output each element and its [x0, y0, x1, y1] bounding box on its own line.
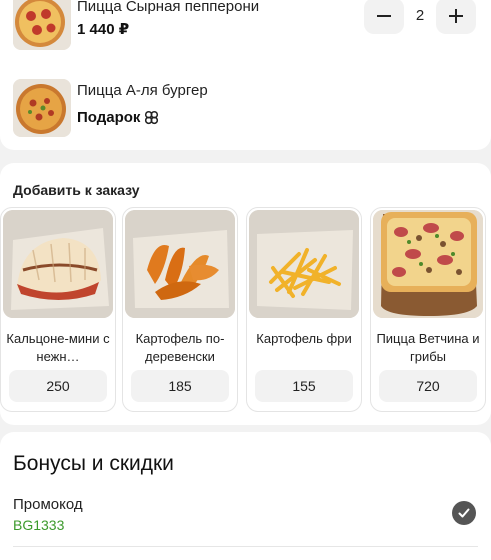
- cart-item-name: Пицца Сырная пепперони: [77, 0, 260, 15]
- upsell-product-pizza-ham-mushroom[interactable]: Пицца Ветчина и грибы 720: [370, 207, 486, 412]
- plus-icon: [449, 9, 463, 23]
- divider: [13, 546, 478, 547]
- pizza-pepperoni-image: [13, 0, 71, 50]
- upsell-product-wedges[interactable]: Картофель по-деревенски 185: [122, 207, 238, 412]
- product-name: Пицца Ветчина и грибы: [376, 331, 480, 364]
- gift-label: Подарок: [77, 109, 159, 126]
- calzone-image: [3, 210, 113, 318]
- upsell-product-calzone[interactable]: Кальцоне-мини с нежн… 250: [0, 207, 116, 412]
- cart-item-name: Пицца А-ля бургер: [77, 82, 208, 99]
- pizza-ham-mushroom-image: [373, 210, 483, 318]
- product-price-button[interactable]: 155: [255, 370, 353, 402]
- cart-item-price: Подарок: [77, 109, 141, 126]
- product-name: Кальцоне-мини с нежн…: [6, 331, 110, 364]
- product-name: Картофель по-деревенски: [135, 331, 225, 364]
- upsell-product-fries[interactable]: Картофель фри 155: [246, 207, 362, 412]
- product-price-button[interactable]: 185: [131, 370, 229, 402]
- promo-label: Промокод: [13, 496, 83, 513]
- increase-quantity-button[interactable]: [436, 0, 476, 34]
- upsell-title: Добавить к заказу: [13, 182, 140, 198]
- pizza-burger-image: [13, 79, 71, 137]
- promo-code[interactable]: BG1333: [13, 517, 64, 533]
- wedges-image: [125, 210, 235, 318]
- cart-item-price: 1 440 ₽: [77, 21, 130, 38]
- product-name: Картофель фри: [256, 331, 352, 346]
- minus-icon: [377, 15, 391, 17]
- fries-image: [249, 210, 359, 318]
- check-icon: [452, 501, 476, 525]
- bonuses-title: Бонусы и скидки: [13, 452, 174, 475]
- gift-icon: [145, 110, 159, 125]
- product-price-button[interactable]: 720: [379, 370, 477, 402]
- quantity-value: 2: [415, 7, 425, 24]
- product-price-button[interactable]: 250: [9, 370, 107, 402]
- decrease-quantity-button[interactable]: [364, 0, 404, 34]
